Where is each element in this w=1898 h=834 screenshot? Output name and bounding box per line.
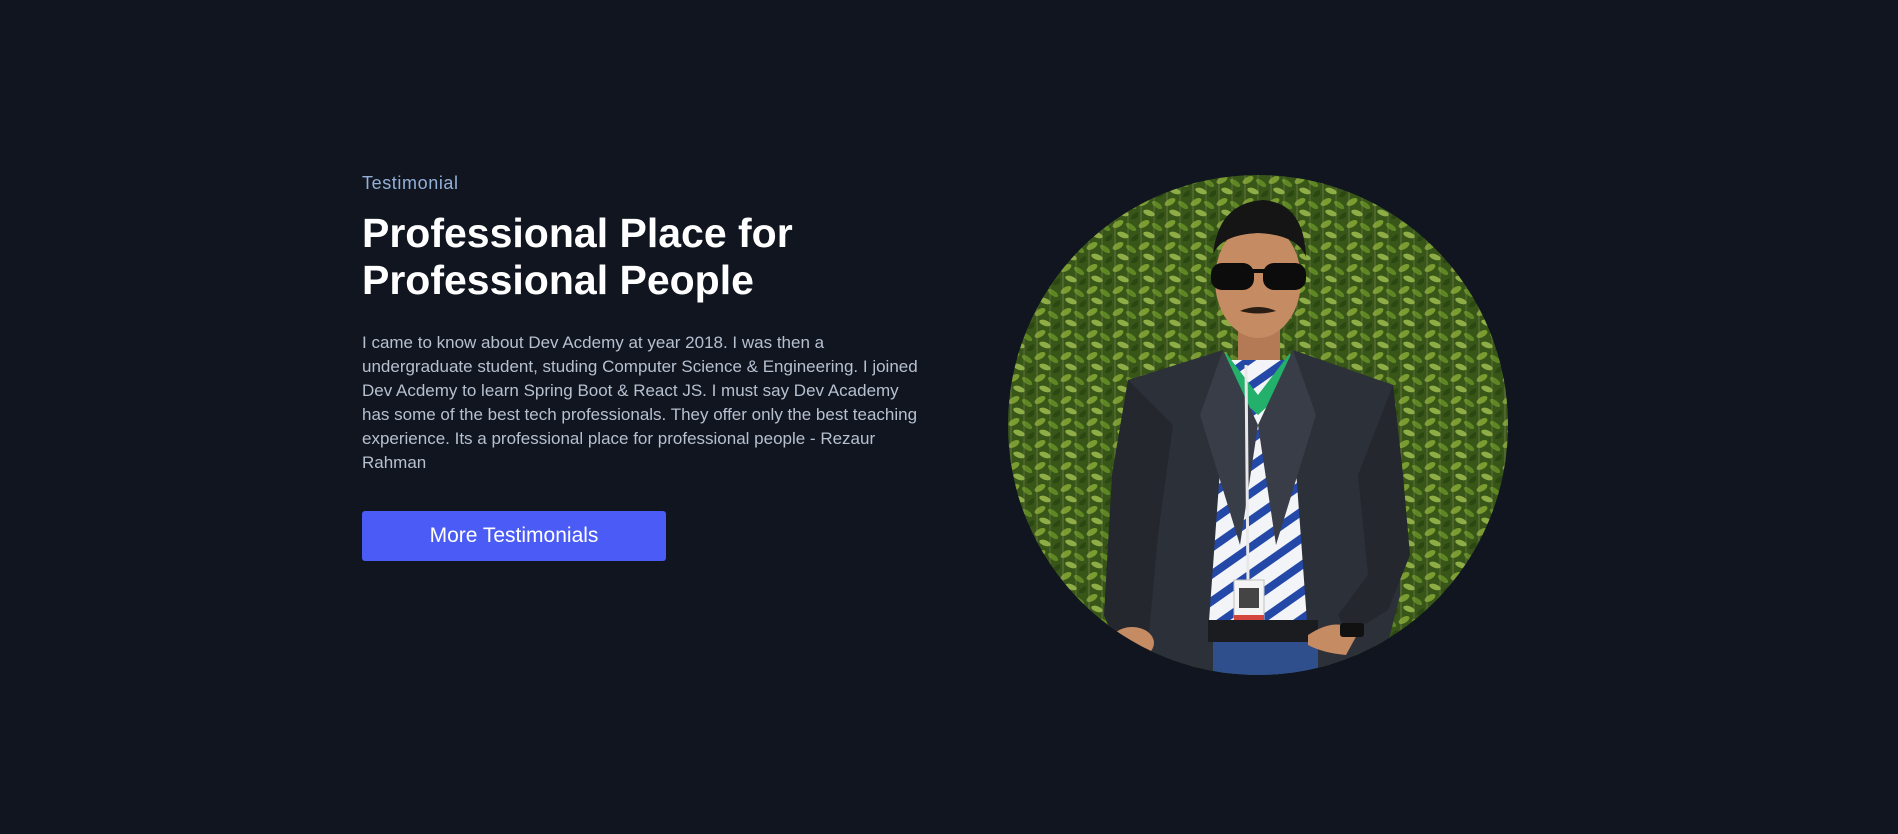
testimonial-photo <box>1008 175 1508 675</box>
more-testimonials-button[interactable]: More Testimonials <box>362 511 666 561</box>
section-eyebrow: Testimonial <box>362 173 459 193</box>
testimonial-section: Testimonial Professional Place for Profe… <box>0 0 1898 834</box>
person-portrait-photo <box>1008 175 1508 675</box>
section-title: Professional Place for Professional Peop… <box>362 210 932 304</box>
section-title-line-2: Professional People <box>362 257 754 303</box>
section-title-line-1: Professional Place for <box>362 210 793 256</box>
testimonial-content: Testimonial Professional Place for Profe… <box>362 170 932 561</box>
testimonial-quote: I came to know about Dev Acdemy at year … <box>362 333 918 472</box>
